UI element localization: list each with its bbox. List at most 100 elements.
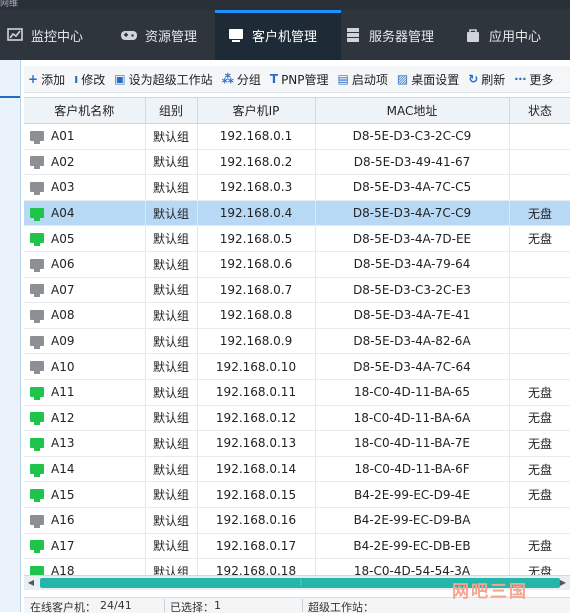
client-online-icon xyxy=(30,489,44,503)
table-row[interactable]: A05默认组192.168.0.5D8-5E-D3-4A-7D-EE无盘YLY xyxy=(24,225,570,252)
table-row[interactable]: A12默认组192.168.0.1218-C0-4D-11-BA-6A无盘YLY xyxy=(24,405,570,432)
selected-count-label: 已选择： xyxy=(170,601,214,614)
cell-client-name: A02 xyxy=(24,149,146,176)
table-row[interactable]: A07默认组192.168.0.7D8-5E-D3-C3-2C-E3YLY xyxy=(24,277,570,304)
cell-mac: D8-5E-D3-4A-82-6A xyxy=(315,328,510,355)
client-offline-icon xyxy=(30,130,44,144)
column-header-ip[interactable]: 客户机IP xyxy=(197,98,316,124)
tab-client-management[interactable]: 客户机管理 xyxy=(215,10,341,60)
table-row[interactable]: A01默认组192.168.0.1D8-5E-D3-C3-2C-C9YLY xyxy=(24,123,570,150)
toolbar: + 添加 ı 修改 ▣ 设为超级工作站 ⁂ 分组 T PNP管理 ▤ 启动项 ▨ 桌面设置 ↻… xyxy=(24,66,570,93)
online-clients-label: 在线客户机： xyxy=(30,601,96,614)
client-name-text: A14 xyxy=(51,462,75,477)
client-name-text: A09 xyxy=(51,334,75,349)
client-name-text: A10 xyxy=(51,359,75,374)
cell-ip: 192.168.0.5 xyxy=(197,225,316,252)
top-nav: 监控中心 资源管理 客户机管理 服务器管理 应用中心 xyxy=(0,10,570,60)
table-row[interactable]: A18默认组192.168.0.1818-C0-4D-54-54-3A无盘YLY xyxy=(24,558,570,576)
column-header-name[interactable]: 客户机名称 xyxy=(24,98,146,124)
cell-ip: 192.168.0.17 xyxy=(197,533,316,560)
table-row[interactable]: A06默认组192.168.0.6D8-5E-D3-4A-79-64YLY xyxy=(24,251,570,278)
tab-app-center[interactable]: 应用中心 xyxy=(458,10,570,60)
boot-items-button[interactable]: ▤ 启动项 xyxy=(338,71,388,88)
cell-client-name: A04 xyxy=(24,200,146,227)
table-row[interactable]: A13默认组192.168.0.1318-C0-4D-11-BA-7E无盘YLY xyxy=(24,430,570,457)
client-offline-icon xyxy=(30,309,44,323)
table-row[interactable]: A04默认组192.168.0.4D8-5E-D3-4A-7C-C9无盘YLY xyxy=(24,200,570,227)
group-icon: ⁂ xyxy=(221,72,234,86)
table-row[interactable]: A17默认组192.168.0.17B4-2E-99-EC-DB-EB无盘YLY xyxy=(24,533,570,560)
table-row[interactable]: A10默认组192.168.0.10D8-5E-D3-4A-7C-64YLY xyxy=(24,353,570,380)
set-super-workstation-button[interactable]: ▣ 设为超级工作站 xyxy=(114,71,212,88)
client-online-icon xyxy=(30,233,44,247)
cell-group: 默认组 xyxy=(145,174,198,201)
cell-client-name: A10 xyxy=(24,353,146,380)
cell-status xyxy=(509,328,570,355)
table-row[interactable]: A14默认组192.168.0.1418-C0-4D-11-BA-6F无盘YLY xyxy=(24,456,570,483)
toolbar-label: 添加 xyxy=(41,72,66,87)
cell-group: 默认组 xyxy=(145,225,198,252)
column-header-group[interactable]: 组别 xyxy=(145,98,198,124)
status-divider xyxy=(164,599,165,612)
cell-ip: 192.168.0.1 xyxy=(197,123,316,150)
table-row[interactable]: A08默认组192.168.0.8D8-5E-D3-4A-7E-41YLY xyxy=(24,302,570,329)
cell-group: 默认组 xyxy=(145,430,198,457)
tab-label: 应用中心 xyxy=(489,29,542,45)
client-name-text: A12 xyxy=(51,410,75,425)
cell-status xyxy=(509,174,570,201)
cell-mac: D8-5E-D3-4A-7C-C5 xyxy=(315,174,510,201)
column-header-status[interactable]: 状态 xyxy=(509,98,570,124)
more-button[interactable]: ⋯ 更多 xyxy=(514,71,553,88)
client-name-text: A17 xyxy=(51,538,75,553)
column-header-mac[interactable]: MAC地址 xyxy=(315,98,510,124)
cell-group: 默认组 xyxy=(145,302,198,329)
scrollbar-grip-icon: ⦙ xyxy=(300,578,302,587)
client-table: 客户机名称 组别 客户机IP MAC地址 状态 A01 默认组 192.168.0.… xyxy=(24,97,570,576)
add-button[interactable]: + 添加 xyxy=(28,71,65,88)
group-button[interactable]: ⁂ 分组 xyxy=(222,71,261,88)
left-panel[interactable] xyxy=(0,60,21,612)
edit-button[interactable]: ı 修改 xyxy=(74,71,105,88)
window-titlebar: 网维 xyxy=(0,0,570,10)
table-row[interactable]: A02默认组192.168.0.2D8-5E-D3-49-41-67YLY xyxy=(24,149,570,176)
cell-mac: D8-5E-D3-4A-7D-EE xyxy=(315,225,510,252)
client-offline-icon xyxy=(30,181,44,195)
window-title: 网维 xyxy=(0,0,19,9)
toolbar-label: 更多 xyxy=(529,72,554,87)
toolbar-label: 刷新 xyxy=(481,72,506,87)
scroll-left-icon[interactable]: ◀ xyxy=(24,576,38,590)
cell-ip: 192.168.0.13 xyxy=(197,430,316,457)
cell-mac: D8-5E-D3-4A-79-64 xyxy=(315,251,510,278)
scroll-right-icon[interactable]: ▶ xyxy=(556,576,570,590)
cell-status: 无盘 xyxy=(509,200,570,227)
table-row[interactable]: A15默认组192.168.0.15B4-2E-99-EC-D9-4E无盘YLY xyxy=(24,481,570,508)
client-name-text: A04 xyxy=(51,206,75,221)
cell-status xyxy=(509,251,570,278)
client-online-icon xyxy=(30,207,44,221)
client-name-text: A01 xyxy=(51,129,75,144)
cell-ip: 192.168.0.10 xyxy=(197,353,316,380)
cell-ip: 192.168.0.6 xyxy=(197,251,316,278)
desktop-settings-button[interactable]: ▨ 桌面设置 xyxy=(397,71,459,88)
server-icon xyxy=(344,26,362,44)
tab-resource-management[interactable]: 资源管理 xyxy=(114,10,220,60)
table-row[interactable]: A09默认组192.168.0.9D8-5E-D3-4A-82-6AYLY xyxy=(24,328,570,355)
cell-group: 默认组 xyxy=(145,353,198,380)
table-row[interactable]: A11默认组192.168.0.1118-C0-4D-11-BA-65无盘YLY xyxy=(24,379,570,406)
cell-client-name: A03 xyxy=(24,174,146,201)
client-offline-icon xyxy=(30,514,44,528)
table-row[interactable]: A16默认组192.168.0.16B4-2E-99-EC-D9-BAYLY xyxy=(24,507,570,534)
client-table-grid: 客户机名称 组别 客户机IP MAC地址 状态 A01 默认组 192.168.0.… xyxy=(24,98,570,576)
refresh-button[interactable]: ↻ 刷新 xyxy=(468,71,505,88)
table-row[interactable]: A03默认组192.168.0.3D8-5E-D3-4A-7C-C5YLY xyxy=(24,174,570,201)
cell-group: 默认组 xyxy=(145,405,198,432)
cell-ip: 192.168.0.16 xyxy=(197,507,316,534)
tab-monitor-center[interactable]: 监控中心 xyxy=(0,10,114,60)
tab-server-management[interactable]: 服务器管理 xyxy=(338,10,454,60)
client-name-text: A05 xyxy=(51,231,75,246)
pnp-icon: T xyxy=(269,72,279,86)
pnp-management-button[interactable]: T PNP管理 xyxy=(270,71,329,88)
cell-mac: 18-C0-4D-11-BA-7E xyxy=(315,430,510,457)
cell-ip: 192.168.0.2 xyxy=(197,149,316,176)
cell-group: 默认组 xyxy=(145,149,198,176)
